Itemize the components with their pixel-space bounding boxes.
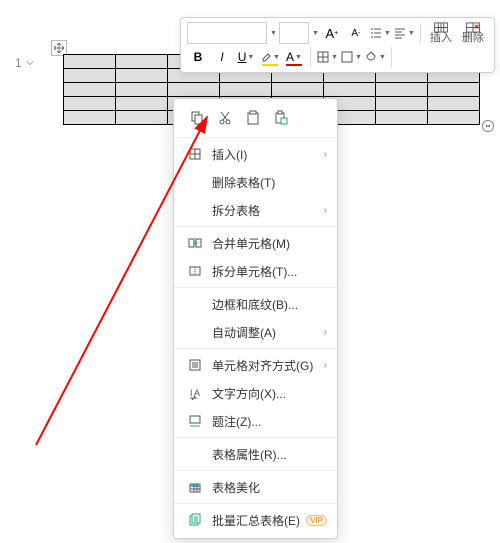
chevron-right-icon: › (324, 327, 327, 338)
copy-button[interactable] (186, 107, 208, 129)
list-button[interactable]: ▼ (369, 22, 391, 44)
menu-text-direction[interactable]: IA 文字方向(X)... (174, 379, 337, 407)
paste-button[interactable] (242, 107, 264, 129)
merge-icon (188, 236, 202, 250)
highlight-button[interactable]: ▼ (259, 46, 281, 68)
menu-split-table[interactable]: 拆分表格 › (174, 196, 337, 224)
underline-button[interactable]: U▼ (235, 46, 257, 68)
shading-button[interactable]: ▼ (364, 46, 386, 68)
chevron-right-icon: › (324, 360, 327, 371)
menu-auto-fit[interactable]: 自动调整(A) › (174, 318, 337, 346)
chevron-down-icon[interactable]: ▼ (270, 30, 277, 37)
font-name-input[interactable] (187, 22, 267, 44)
beautify-icon (188, 480, 202, 494)
font-color-button[interactable]: A▼ (283, 46, 305, 68)
chevron-right-icon: › (324, 205, 327, 216)
resize-icon (484, 122, 492, 130)
font-size-input[interactable] (279, 22, 309, 44)
alignment-icon (188, 358, 202, 372)
menu-caption[interactable]: 题注(Z)... (174, 407, 337, 435)
menu-table-beautify[interactable]: 表格美化 (174, 473, 337, 501)
list-icon (369, 26, 383, 40)
svg-text:I: I (190, 388, 193, 398)
shading-icon (364, 50, 378, 64)
table-resize-handle[interactable] (482, 120, 494, 132)
menu-merge-cells[interactable]: 合并单元格(M) (174, 229, 337, 257)
menu-split-cells[interactable]: 拆分单元格(T)... (174, 257, 337, 285)
highlight-icon (260, 51, 272, 63)
bold-button[interactable]: B (187, 46, 209, 68)
decrease-font-button[interactable]: A- (345, 22, 367, 44)
borders-button[interactable]: ▼ (340, 46, 362, 68)
split-icon (188, 264, 202, 278)
context-menu: 插入(I) › 删除表格(T) 拆分表格 › 合并单元格(M) 拆分单元格(T)… (173, 98, 338, 539)
move-icon (54, 43, 64, 53)
chevron-right-icon: › (324, 149, 327, 160)
page-number: 1 (15, 56, 22, 70)
table-style-button[interactable]: ▼ (316, 46, 338, 68)
batch-icon (188, 513, 202, 527)
caption-icon (188, 414, 202, 428)
align-button[interactable]: ▼ (393, 22, 415, 44)
menu-insert[interactable]: 插入(I) › (174, 140, 337, 168)
paste-icon (245, 110, 261, 126)
paste-special-button[interactable] (270, 107, 292, 129)
vip-badge: VIP (306, 515, 327, 526)
menu-table-properties[interactable]: 表格属性(R)... (174, 440, 337, 468)
page-indicator: 1 (15, 56, 34, 70)
text-direction-icon: IA (188, 386, 202, 400)
table-icon (316, 50, 330, 64)
cut-icon (217, 110, 233, 126)
menu-delete-table[interactable]: 删除表格(T) (174, 168, 337, 196)
insert-icon (188, 147, 202, 161)
mini-toolbar: ▼ ▼ A+ A- ▼ ▼ 插入 删除 B I U▼ ▼ A▼ (180, 17, 495, 73)
italic-button[interactable]: I (211, 46, 233, 68)
insert-button[interactable]: 插入 (426, 22, 456, 44)
copy-icon (189, 110, 205, 126)
increase-font-button[interactable]: A+ (321, 22, 343, 44)
border-icon (340, 50, 354, 64)
chevron-down-icon[interactable]: ▼ (312, 30, 319, 37)
cut-button[interactable] (214, 107, 236, 129)
menu-cell-alignment[interactable]: 单元格对齐方式(G) › (174, 351, 337, 379)
chevron-down-icon (26, 59, 34, 67)
menu-batch-summary[interactable]: 批量汇总表格(E) VIP (174, 506, 337, 534)
align-icon (393, 26, 407, 40)
menu-borders-shading[interactable]: 边框和底纹(B)... (174, 290, 337, 318)
paste-special-icon (273, 110, 289, 126)
delete-button[interactable]: 删除 (458, 22, 488, 44)
